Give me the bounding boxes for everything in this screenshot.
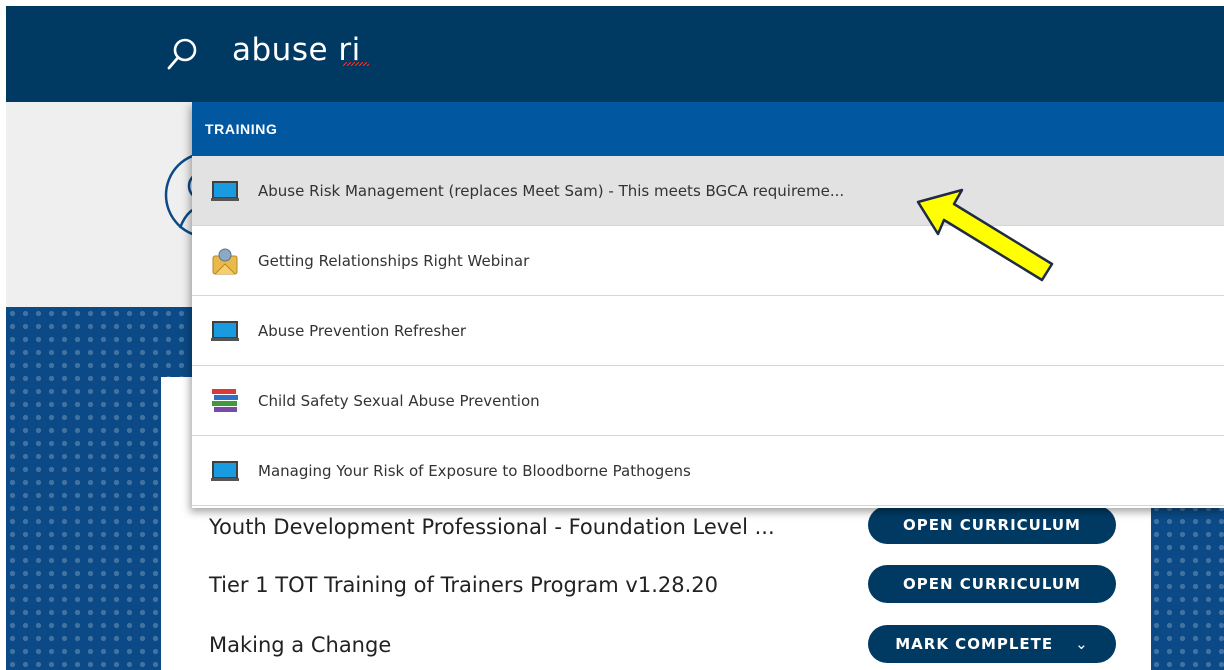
laptop-icon [211, 460, 239, 481]
curriculum-title[interactable]: Making a Change [209, 633, 391, 657]
spellcheck-underline [343, 62, 369, 66]
result-label: Managing Your Risk of Exposure to Bloodb… [258, 461, 691, 480]
laptop-icon [211, 320, 239, 341]
annotation-arrow-icon [916, 188, 1054, 282]
open-curriculum-button[interactable]: OPEN CURRICULUM [868, 506, 1116, 544]
webinar-icon [212, 248, 238, 274]
result-label: Abuse Risk Management (replaces Meet Sam… [258, 181, 845, 200]
laptop-icon [211, 180, 239, 201]
result-item[interactable]: Managing Your Risk of Exposure to Bloodb… [192, 436, 1224, 506]
result-item[interactable]: Abuse Risk Management (replaces Meet Sam… [192, 156, 1224, 226]
results-section-header: TRAINING [192, 102, 1224, 156]
result-label: Abuse Prevention Refresher [258, 321, 467, 340]
books-icon [212, 388, 238, 412]
result-label: Child Safety Sexual Abuse Prevention [258, 391, 540, 410]
search-icon[interactable] [166, 36, 198, 74]
button-label: OPEN CURRICULUM [903, 516, 1081, 534]
result-item[interactable]: Abuse Prevention Refresher [192, 296, 1224, 366]
search-bar: abuse ri [6, 6, 1224, 102]
curriculum-title[interactable]: Tier 1 TOT Training of Trainers Program … [209, 573, 718, 597]
open-curriculum-button[interactable]: OPEN CURRICULUM [868, 565, 1116, 603]
result-label: Getting Relationships Right Webinar [258, 251, 530, 270]
curriculum-title[interactable]: Youth Development Professional - Foundat… [209, 515, 775, 539]
mark-complete-button[interactable]: MARK COMPLETE ⌄ [868, 625, 1116, 663]
search-input[interactable]: abuse ri [232, 32, 361, 68]
search-results-dropdown: TRAINING Abuse Risk Management (replaces… [192, 102, 1224, 508]
result-item[interactable]: Getting Relationships Right Webinar [192, 226, 1224, 296]
button-label: MARK COMPLETE [895, 635, 1054, 653]
button-label: OPEN CURRICULUM [903, 575, 1081, 593]
chevron-down-icon[interactable]: ⌄ [1075, 635, 1089, 653]
result-item[interactable]: Child Safety Sexual Abuse Prevention [192, 366, 1224, 436]
